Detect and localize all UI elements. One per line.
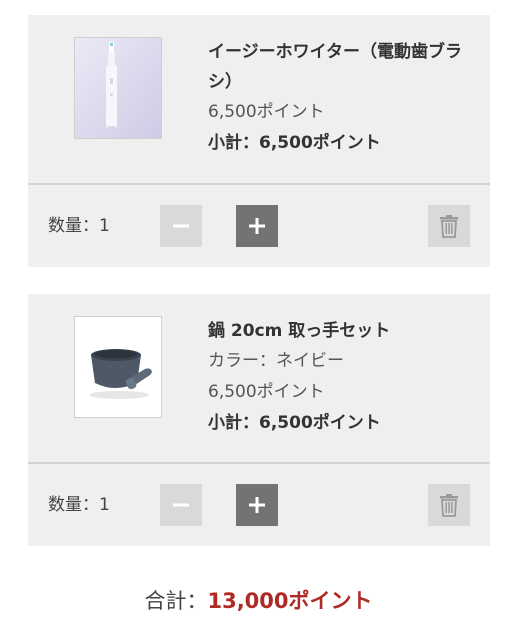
minus-icon: [173, 224, 189, 228]
plus-icon: [249, 218, 265, 234]
trash-icon: [440, 494, 458, 517]
product-name[interactable]: イージーホワイター（電動歯ブラシ）: [208, 37, 478, 97]
pot-with-handle-image: [75, 317, 161, 417]
plus-icon: [249, 497, 265, 513]
cart-item-details: 鍋 20cm 取っ手セット カラー：ネイビー 6,500ポイント 小計：6,50…: [28, 294, 490, 462]
product-info: イージーホワイター（電動歯ブラシ） 6,500ポイント 小計：6,500ポイント: [208, 37, 478, 159]
product-price: 6,500ポイント: [208, 382, 325, 402]
cart-item-details: イージーホワイター（電動歯ブラシ） 6,500ポイント 小計：6,500ポイント: [28, 15, 490, 183]
product-info: 鍋 20cm 取っ手セット カラー：ネイビー 6,500ポイント 小計：6,50…: [208, 316, 478, 439]
product-name[interactable]: 鍋 20cm 取っ手セット: [208, 316, 478, 346]
product-subtotal: 小計：6,500ポイント: [208, 413, 381, 433]
cart-total: 合計：13,000ポイント: [0, 584, 517, 618]
remove-item-button[interactable]: [428, 484, 470, 526]
product-price: 6,500ポイント: [208, 102, 325, 122]
increase-quantity-button[interactable]: [236, 484, 278, 526]
card-divider: [28, 462, 490, 464]
quantity-label: 数量：1: [48, 495, 110, 515]
cart-item-card: イージーホワイター（電動歯ブラシ） 6,500ポイント 小計：6,500ポイント…: [28, 15, 490, 267]
remove-item-button[interactable]: [428, 205, 470, 247]
product-image[interactable]: [74, 316, 162, 418]
electric-toothbrush-image: [75, 38, 161, 138]
decrease-quantity-button[interactable]: [160, 205, 202, 247]
quantity-label: 数量：1: [48, 216, 110, 236]
total-value: 13,000ポイント: [207, 589, 373, 613]
product-image[interactable]: [74, 37, 162, 139]
minus-icon: [173, 503, 189, 507]
trash-icon: [440, 215, 458, 238]
card-divider: [28, 183, 490, 185]
product-option: カラー：ネイビー: [208, 351, 344, 371]
product-subtotal: 小計：6,500ポイント: [208, 133, 381, 153]
decrease-quantity-button[interactable]: [160, 484, 202, 526]
cart-item-card: 鍋 20cm 取っ手セット カラー：ネイビー 6,500ポイント 小計：6,50…: [28, 294, 490, 546]
increase-quantity-button[interactable]: [236, 205, 278, 247]
total-label: 合計：: [144, 589, 208, 613]
